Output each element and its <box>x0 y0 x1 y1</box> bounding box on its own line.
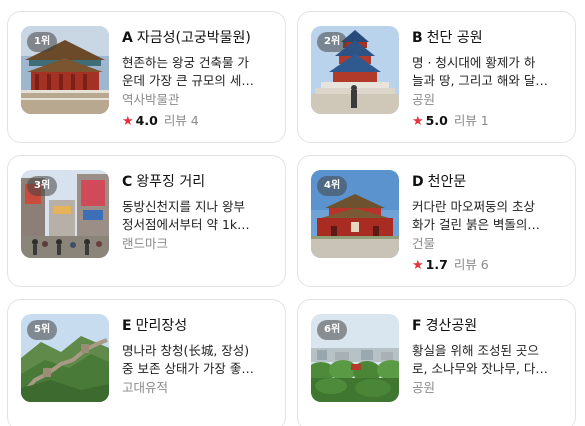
place-card-6[interactable]: 6위 F 경산공원 황실을 위해 조성된 곳으 로, 소나무와 잣나무, 다… 공… <box>297 299 576 426</box>
place-card-1[interactable]: 1위 A 자금성(고궁박물원) 현존하는 왕궁 건축물 가 운데 가장 큰 규모의… <box>7 11 286 143</box>
rank-badge: 3위 <box>27 176 58 196</box>
place-title[interactable]: B 천단 공원 <box>412 28 566 48</box>
star-icon: ★ <box>412 114 424 129</box>
description-line: 로, 소나무와 잣나무, 다… <box>412 361 548 376</box>
place-category: 랜드마크 <box>122 236 169 251</box>
place-thumbnail[interactable]: 4위 <box>311 170 399 258</box>
rating-row: ★ 4.0 리뷰 4 <box>122 112 276 131</box>
place-description: 현존하는 왕궁 건축물 가 운데 가장 큰 규모의 세… <box>122 54 276 90</box>
rank-badge: 6위 <box>317 320 348 340</box>
place-category: 공원 <box>412 92 436 107</box>
place-letter: F <box>412 318 422 334</box>
place-title[interactable]: C 왕푸징 거리 <box>122 172 276 192</box>
place-letter: A <box>122 30 133 46</box>
place-letter: B <box>412 30 423 46</box>
rank-badge: 2위 <box>317 32 348 52</box>
place-category: 공원 <box>412 380 436 395</box>
place-thumbnail[interactable]: 3위 <box>21 170 109 258</box>
description-line: 운데 가장 큰 규모의 세… <box>122 73 254 88</box>
place-name: 자금성(고궁박물원) <box>136 30 251 46</box>
place-ranking-grid: 1위 A 자금성(고궁박물원) 현존하는 왕궁 건축물 가 운데 가장 큰 규모의… <box>0 0 585 426</box>
place-description: 동방신천지를 지나 왕부 정서점에서부터 약 1k… <box>122 198 276 234</box>
place-letter: D <box>412 174 424 190</box>
place-thumbnail[interactable]: 2위 <box>311 26 399 114</box>
place-card-5[interactable]: 5위 E 만리장성 명나라 창청(长城, 장성) 중 보존 상태가 가장 좋… 고… <box>7 299 286 426</box>
place-title[interactable]: A 자금성(고궁박물원) <box>122 28 276 48</box>
description-line: 화가 걸린 붉은 벽돌의… <box>412 217 540 232</box>
place-title[interactable]: F 경산공원 <box>412 316 566 336</box>
description-line: 동방신천지를 지나 왕부 <box>122 199 245 214</box>
description-line: 황실을 위해 조성된 곳으 <box>412 343 539 358</box>
place-category: 고대유적 <box>122 380 169 395</box>
place-thumbnail[interactable]: 1위 <box>21 26 109 114</box>
place-description: 커다란 마오쩌둥의 초상 화가 걸린 붉은 벽돌의… <box>412 198 566 234</box>
place-name: 천안문 <box>427 174 467 190</box>
place-card-4[interactable]: 4위 D 천안문 커다란 마오쩌둥의 초상 화가 걸린 붉은 벽돌의… 건물 ★ 1… <box>297 155 576 287</box>
place-name: 왕푸징 거리 <box>136 174 206 190</box>
place-category: 역사박물관 <box>122 92 180 107</box>
rating-score: 5.0 <box>425 113 448 128</box>
place-description: 명 · 청시대에 황제가 하 늘과 땅, 그리고 해와 달… <box>412 54 566 90</box>
place-letter: E <box>122 318 132 334</box>
place-title[interactable]: D 천안문 <box>412 172 566 192</box>
rating-score: 4.0 <box>135 113 158 128</box>
place-thumbnail[interactable]: 6위 <box>311 314 399 402</box>
description-line: 명 · 청시대에 황제가 하 <box>412 55 536 70</box>
description-line: 중 보존 상태가 가장 좋… <box>122 361 254 376</box>
description-line: 정서점에서부터 약 1k… <box>122 217 250 232</box>
place-card-2[interactable]: 2위 B 천단 공원 명 · 청시대에 황제가 하 늘과 땅, 그리고 해와 달…… <box>297 11 576 143</box>
place-category: 건물 <box>412 236 436 251</box>
place-description: 황실을 위해 조성된 곳으 로, 소나무와 잣나무, 다… <box>412 342 566 378</box>
rank-badge: 4위 <box>317 176 348 196</box>
star-icon: ★ <box>122 114 134 129</box>
place-description: 명나라 창청(长城, 장성) 중 보존 상태가 가장 좋… <box>122 342 276 378</box>
place-name: 천단 공원 <box>426 30 483 46</box>
place-name: 경산공원 <box>425 318 478 334</box>
rating-score: 1.7 <box>425 257 448 272</box>
rating-row: ★ 1.7 리뷰 6 <box>412 256 566 275</box>
rank-badge: 5위 <box>27 320 58 340</box>
place-letter: C <box>122 174 133 190</box>
review-count: 리뷰 6 <box>453 257 489 272</box>
place-title[interactable]: E 만리장성 <box>122 316 276 336</box>
place-name: 만리장성 <box>135 318 188 334</box>
review-count: 리뷰 1 <box>453 113 489 128</box>
description-line: 커다란 마오쩌둥의 초상 <box>412 199 535 214</box>
place-card-3[interactable]: 3위 C 왕푸징 거리 동방신천지를 지나 왕부 정서점에서부터 약 1k… 랜드… <box>7 155 286 287</box>
star-icon: ★ <box>412 258 424 273</box>
description-line: 늘과 땅, 그리고 해와 달… <box>412 73 548 88</box>
rank-badge: 1위 <box>27 32 58 52</box>
rating-row: ★ 5.0 리뷰 1 <box>412 112 566 131</box>
review-count: 리뷰 4 <box>163 113 199 128</box>
description-line: 명나라 창청(长城, 장성) <box>122 343 250 358</box>
description-line: 현존하는 왕궁 건축물 가 <box>122 55 249 70</box>
place-thumbnail[interactable]: 5위 <box>21 314 109 402</box>
